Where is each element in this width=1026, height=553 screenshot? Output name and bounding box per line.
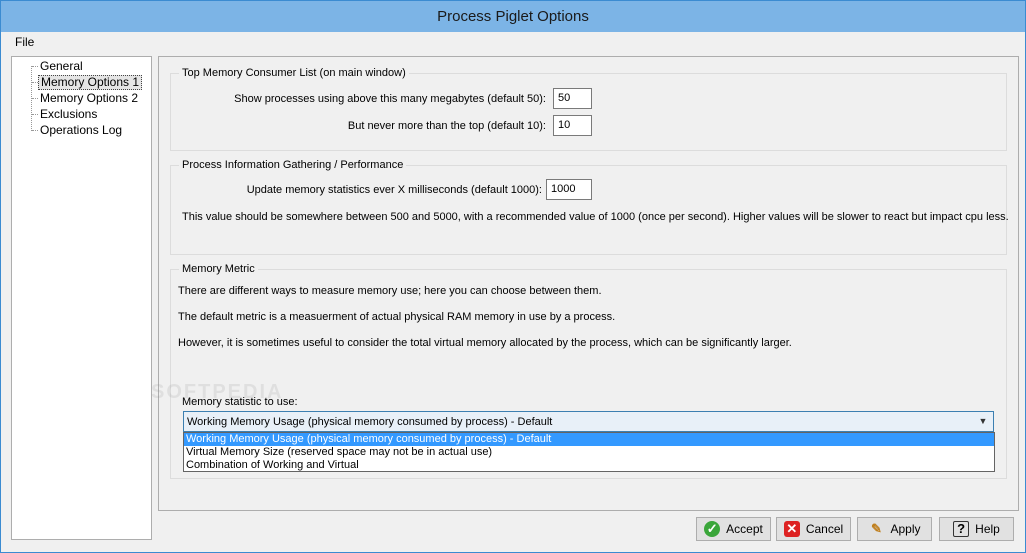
top-memory-group-title: Top Memory Consumer List (on main window… [179, 66, 409, 80]
memory-statistic-dropdown: Working Memory Usage (physical memory co… [183, 432, 995, 472]
options-window: Process Piglet Options File General Memo… [0, 0, 1026, 553]
interval-note: This value should be somewhere between 5… [182, 211, 1009, 223]
tree-item-general[interactable]: General [38, 59, 85, 74]
accept-label: Accept [726, 522, 763, 536]
metric-group-title: Memory Metric [179, 262, 258, 276]
statistic-label: Memory statistic to use: [182, 396, 298, 408]
help-button[interactable]: ? Help [939, 517, 1014, 541]
apply-button[interactable]: ✎ Apply [857, 517, 932, 541]
threshold-input[interactable]: 50 [553, 88, 592, 109]
metric-description-3: However, it is sometimes useful to consi… [178, 337, 792, 349]
option-working-memory[interactable]: Working Memory Usage (physical memory co… [184, 433, 994, 446]
option-combination[interactable]: Combination of Working and Virtual [184, 459, 994, 472]
cancel-label: Cancel [805, 522, 844, 536]
help-icon: ? [953, 521, 970, 537]
max-count-input[interactable]: 10 [553, 115, 592, 136]
menu-bar: File [9, 32, 1019, 52]
gathering-group-title: Process Information Gathering / Performa… [179, 158, 407, 172]
interval-input[interactable]: 1000 [546, 179, 592, 200]
threshold-label: Show processes using above this many meg… [234, 93, 546, 105]
tree-item-exclusions[interactable]: Exclusions [38, 107, 99, 122]
options-tree: General Memory Options 1 Memory Options … [11, 56, 152, 540]
tree-item-operations-log[interactable]: Operations Log [38, 123, 124, 138]
memory-statistic-selected: Working Memory Usage (physical memory co… [187, 415, 553, 428]
close-icon: ✕ [783, 521, 800, 537]
checkmark-icon: ✓ [704, 521, 721, 537]
interval-label: Update memory statistics ever X millisec… [246, 184, 542, 196]
max-count-label: But never more than the top (default 10)… [347, 120, 546, 132]
title-bar[interactable]: Process Piglet Options [1, 1, 1025, 32]
metric-description-2: The default metric is a measuerment of a… [178, 311, 616, 323]
tree-item-memory-options-2[interactable]: Memory Options 2 [38, 91, 140, 106]
top-memory-group: Top Memory Consumer List (on main window… [170, 66, 1007, 151]
tree-item-memory-options-1[interactable]: Memory Options 1 [38, 75, 143, 90]
accept-button[interactable]: ✓ Accept [696, 517, 771, 541]
option-virtual-memory[interactable]: Virtual Memory Size (reserved space may … [184, 446, 994, 459]
window-title: Process Piglet Options [437, 8, 589, 25]
cancel-button[interactable]: ✕ Cancel [776, 517, 851, 541]
pencil-icon: ✎ [871, 521, 882, 536]
metric-description-1: There are different ways to measure memo… [178, 285, 602, 297]
memory-statistic-select[interactable]: Working Memory Usage (physical memory co… [183, 411, 994, 432]
help-label: Help [975, 522, 1000, 536]
apply-label: Apply [890, 522, 921, 536]
menu-file[interactable]: File [9, 35, 40, 49]
chevron-down-icon[interactable]: ▼ [977, 415, 989, 428]
